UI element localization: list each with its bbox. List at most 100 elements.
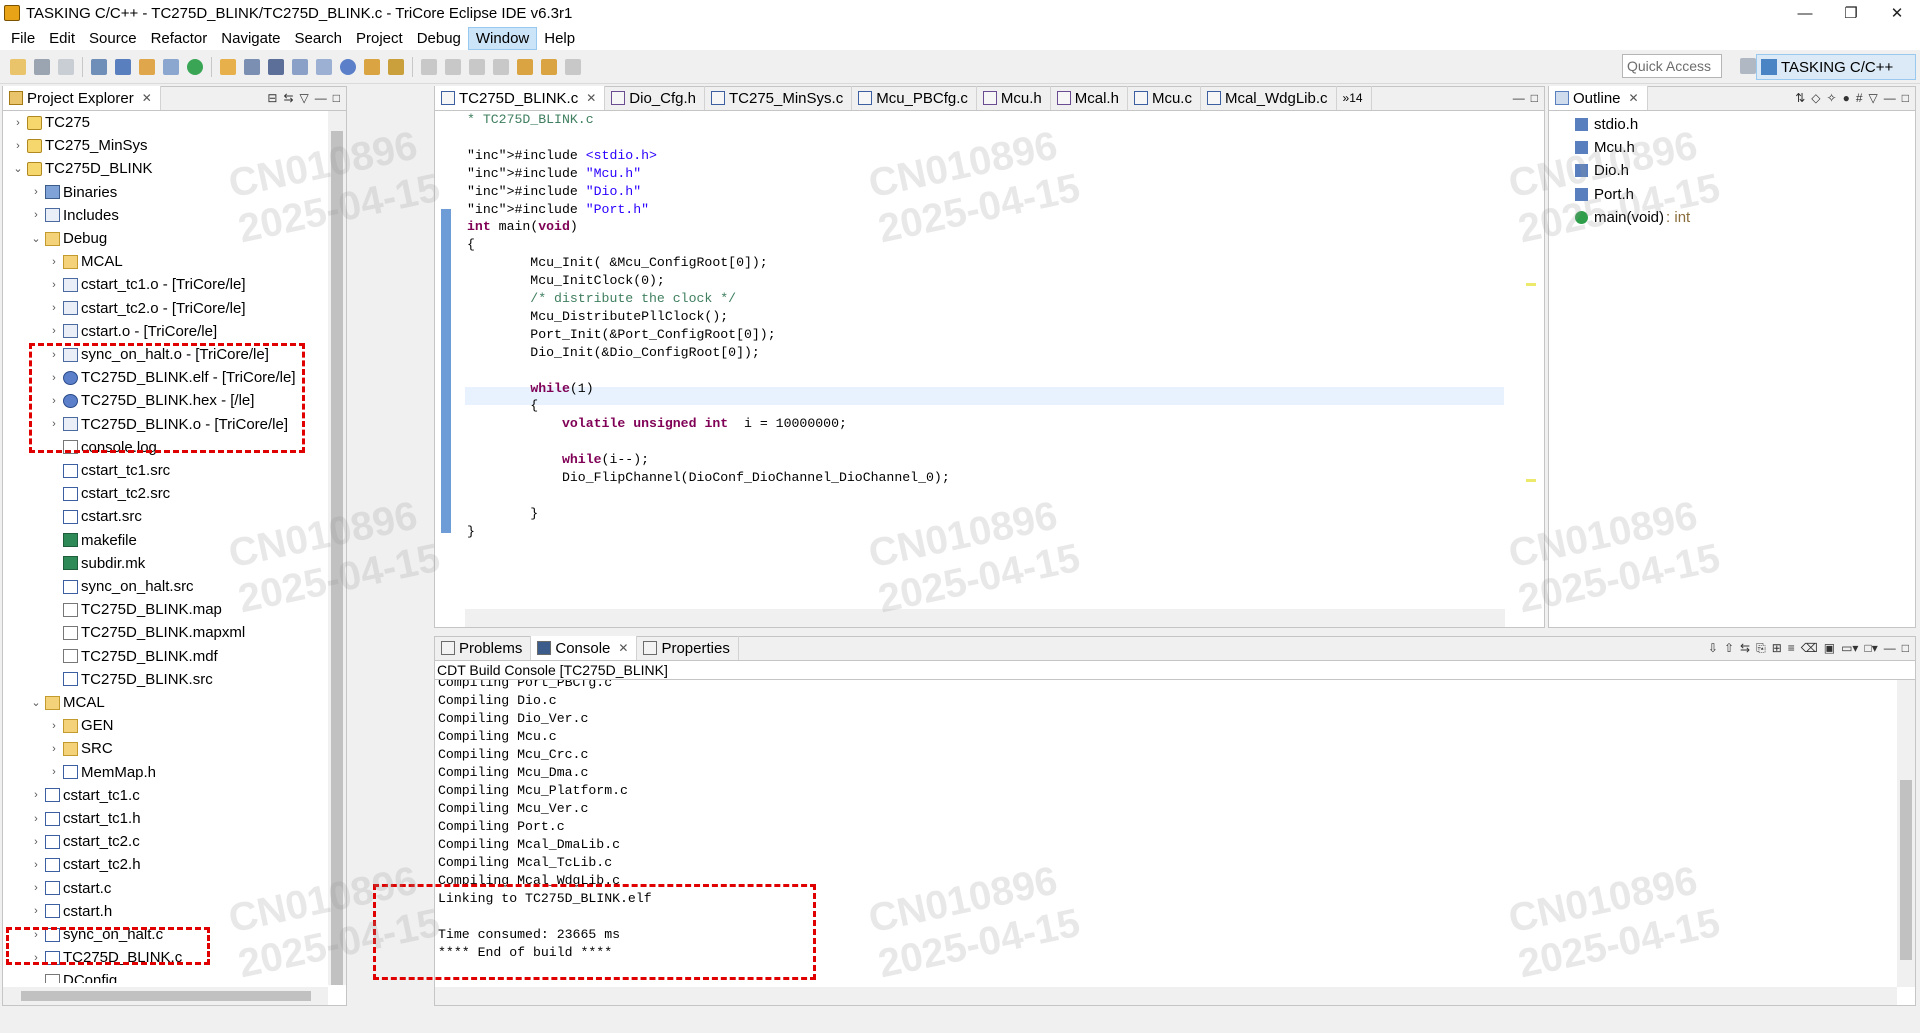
menu-navigate[interactable]: Navigate [214,28,287,49]
tree-item[interactable]: TC275D_BLINK.mapxml [47,623,245,642]
close-icon[interactable]: ✕ [586,91,596,105]
sort-icon[interactable]: ⇅ [1795,91,1805,105]
outline-item[interactable]: stdio.h [1575,115,1638,134]
monitor-icon[interactable] [316,58,332,75]
maximize-button[interactable]: ❐ [1828,0,1874,26]
display-console-icon[interactable]: ▭▾ [1841,641,1858,656]
tree-item[interactable]: › Includes [29,206,119,225]
expand-arrow-icon[interactable]: › [29,789,43,801]
tree-item[interactable]: › MCAL [47,252,123,271]
expand-arrow-icon[interactable]: › [11,117,25,129]
expand-arrow-icon[interactable]: › [47,279,61,291]
new-file-icon[interactable] [163,58,179,75]
new-icon[interactable] [10,58,26,75]
tab-problems[interactable]: Problems [435,636,532,660]
clear-console-icon[interactable]: ⌫ [1801,641,1818,656]
maximize-view-icon[interactable]: □ [333,91,340,105]
expand-arrow-icon[interactable]: › [47,766,61,778]
expand-arrow-icon[interactable]: › [29,836,43,848]
expand-arrow-icon[interactable]: › [29,186,43,198]
back-icon[interactable] [541,58,557,75]
tree-item[interactable]: cstart_tc2.src [47,484,170,503]
close-button[interactable]: ✕ [1874,0,1920,26]
copy-build-log-icon[interactable]: ⎘ [1756,641,1766,656]
next-error-icon[interactable]: ⇩ [1708,641,1718,656]
menu-refactor[interactable]: Refactor [144,28,215,49]
tree-item[interactable]: TC275D_BLINK.map [47,600,222,619]
tree-item[interactable]: › TC275_MinSys [11,136,147,155]
editor-tab[interactable]: Dio_Cfg.h [605,86,705,110]
forward-icon[interactable] [565,58,581,75]
menu-search[interactable]: Search [287,28,349,49]
tree-item[interactable]: cstart_tc1.src [47,461,170,480]
tree-item[interactable]: › cstart_tc2.h [29,855,140,874]
new-project-icon[interactable] [115,58,131,75]
tree-item[interactable]: ⌄ Debug [29,229,107,248]
editor-tab[interactable]: Mcu.h [977,86,1051,110]
tree-item[interactable]: makefile [47,531,137,550]
scrollbar-thumb[interactable] [331,131,343,985]
maximize-view-icon[interactable]: □ [1531,91,1538,105]
tree-item[interactable]: › cstart.c [29,879,111,898]
view-menu-icon[interactable]: ▽ [1869,91,1878,105]
minimize-button[interactable]: — [1782,0,1828,26]
quick-access-input[interactable]: Quick Access [1622,54,1722,78]
expand-arrow-icon[interactable]: › [47,256,61,268]
build-icon[interactable] [91,58,107,75]
console-vertical-scrollbar[interactable] [1897,680,1915,987]
memory-icon[interactable] [292,58,308,75]
tab-outline[interactable]: Outline ✕ [1549,86,1648,110]
chip-icon[interactable] [268,58,284,75]
outline-item[interactable]: Port.h [1575,185,1634,204]
expand-arrow-icon[interactable]: › [47,720,61,732]
maximize-view-icon[interactable]: □ [1902,641,1909,656]
scrollbar-thumb[interactable] [21,991,311,1001]
open-console-icon[interactable]: □▾ [1864,641,1877,656]
next-annotation-icon[interactable] [469,58,485,75]
view-menu-icon[interactable]: ▽ [300,91,309,105]
close-icon[interactable]: ✕ [1629,91,1639,105]
tree-item[interactable]: › cstart_tc2.o - [TriCore/le] [47,299,245,318]
expand-arrow-icon[interactable]: › [29,209,43,221]
close-icon[interactable]: ✕ [142,91,152,105]
tree-item[interactable]: › GEN [47,716,113,735]
expand-arrow-icon[interactable]: › [47,325,61,337]
editor-tab[interactable]: Mcal.h [1051,86,1128,110]
tree-item[interactable]: › MemMap.h [47,763,156,782]
tab-project-explorer[interactable]: Project Explorer ✕ [3,86,161,110]
expand-arrow-icon[interactable]: › [29,905,43,917]
menu-edit[interactable]: Edit [42,28,82,49]
hide-fields-icon[interactable]: ◇ [1811,91,1820,105]
editor-tab[interactable]: Mcu.c [1128,86,1201,110]
tree-item[interactable]: cstart.src [47,507,142,526]
open-folder-icon[interactable] [139,58,155,75]
perspective-tasking-button[interactable]: TASKING C/C++ [1756,54,1916,80]
editor-tab[interactable]: TC275D_BLINK.c ✕ [435,86,606,110]
tree-item[interactable]: › cstart_tc1.h [29,809,140,828]
menu-source[interactable]: Source [82,28,144,49]
tree-item[interactable]: › SRC [47,739,113,758]
save-icon[interactable] [34,58,50,75]
editor-tab[interactable]: Mcu_PBCfg.c [852,86,977,110]
minimize-view-icon[interactable]: — [1884,91,1896,105]
expanded-arrow-icon[interactable]: ⌄ [29,696,43,709]
toggle-mark-icon[interactable] [421,58,437,75]
pin-console-icon[interactable]: ▣ [1824,641,1835,656]
project-tree-vertical-scrollbar[interactable] [328,111,346,985]
expand-arrow-icon[interactable]: › [29,813,43,825]
menu-debug[interactable]: Debug [410,28,468,49]
run-icon[interactable] [187,58,203,75]
tab-properties[interactable]: Properties [637,636,739,660]
block-selection-icon[interactable] [445,58,461,75]
expanded-arrow-icon[interactable]: ⌄ [29,232,43,245]
tree-item[interactable]: › cstart.h [29,902,112,921]
prev-annotation-icon[interactable] [493,58,509,75]
debug-config-icon[interactable] [340,58,356,75]
tree-item[interactable]: › cstart_tc1.c [29,786,140,805]
menu-file[interactable]: File [4,28,42,49]
tree-item[interactable]: › TC275 [11,113,90,132]
word-wrap-icon[interactable]: ≡ [1788,641,1795,656]
minimize-view-icon[interactable]: — [315,91,327,105]
console-horizontal-scrollbar[interactable] [435,987,1897,1005]
tree-item[interactable]: sync_on_halt.src [47,577,194,596]
